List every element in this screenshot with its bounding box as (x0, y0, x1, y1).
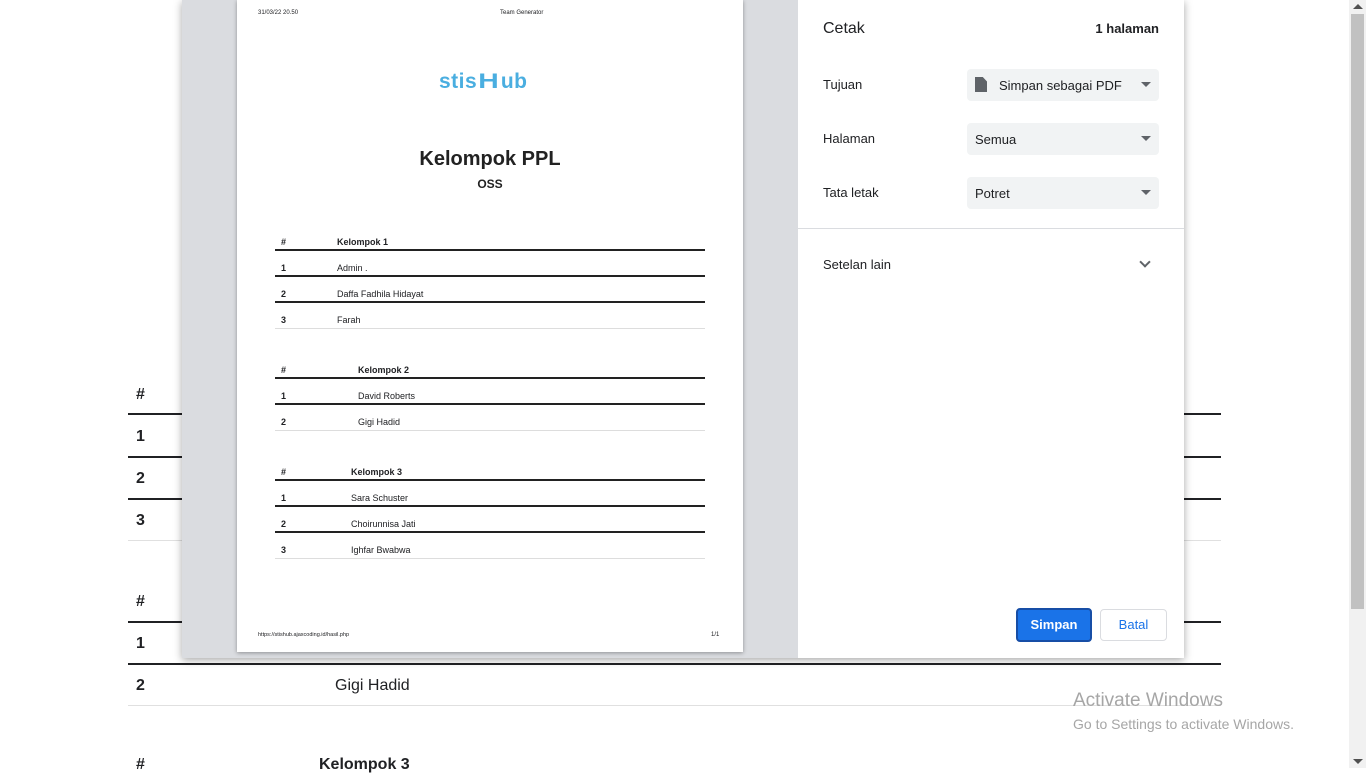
scroll-up-arrow-icon[interactable] (1353, 4, 1363, 9)
member-name: David Roberts (358, 391, 416, 401)
bg-hash: # (136, 756, 145, 773)
member-name: Choirunnisa Jati (351, 519, 416, 529)
table-row: 2 Choirunnisa Jati (275, 511, 705, 537)
layout-value: Potret (975, 186, 1010, 201)
row-number: 2 (281, 289, 287, 299)
table-row: 2 Gigi Hadid (275, 409, 705, 435)
row-number: 1 (281, 493, 287, 503)
table-divider (275, 275, 705, 277)
cancel-button[interactable]: Batal (1100, 609, 1167, 641)
table-header-row: # Kelompok 1 (275, 229, 705, 255)
print-dialog: 31/03/22 20.50 Team Generator stisHub Ke… (182, 0, 1184, 658)
member-name: Sara Schuster (351, 493, 409, 503)
table-header-row: # Kelompok 2 (275, 357, 705, 383)
watermark-title: Activate Windows (1073, 690, 1223, 711)
member-name: Farah (337, 315, 361, 325)
table-row: 1 Sara Schuster (275, 485, 705, 511)
page-count: 1 halaman (1095, 21, 1159, 36)
table-row: 3 Farah (275, 307, 705, 333)
table-row: 1 Admin . (275, 255, 705, 281)
print-settings-panel: Cetak 1 halaman Tujuan Simpan sebagai PD… (798, 0, 1184, 658)
table-header-row: # Kelompok 3 (275, 459, 705, 485)
page-footer-url: https://stishub.ajaxcoding.id/hasil.php (258, 632, 350, 638)
document-subtitle: OSS (477, 177, 503, 191)
dropdown-arrow-icon (1141, 136, 1151, 141)
print-preview-area: 31/03/22 20.50 Team Generator stisHub Ke… (182, 0, 798, 658)
group-title: Kelompok 2 (358, 365, 410, 375)
bg-divider (128, 663, 1221, 665)
row-number: 2 (281, 519, 287, 529)
row-number: 3 (281, 315, 287, 325)
destination-value: Simpan sebagai PDF (999, 78, 1122, 93)
pages-value: Semua (975, 132, 1017, 147)
column-hash: # (281, 467, 287, 477)
member-name: Daffa Fadhila Hidayat (337, 289, 424, 299)
pages-select[interactable]: Semua (967, 123, 1159, 155)
bg-group-title: Kelompok 3 (319, 756, 410, 773)
watermark-subtitle: Go to Settings to activate Windows. (1073, 716, 1294, 732)
group-title: Kelompok 1 (337, 237, 389, 247)
scrollbar-thumb[interactable] (1351, 14, 1364, 609)
page-footer-number: 1/1 (711, 632, 720, 638)
row-number: 1 (281, 391, 287, 401)
preview-page: 31/03/22 20.50 Team Generator stisHub Ke… (237, 0, 743, 652)
destination-label: Tujuan (823, 77, 863, 92)
save-button[interactable]: Simpan (1016, 608, 1092, 642)
table-divider (275, 377, 705, 379)
row-number: 1 (281, 263, 287, 273)
group-title: Kelompok 3 (351, 467, 403, 477)
document-title: Kelompok PPL (419, 148, 561, 170)
member-name: Gigi Hadid (358, 417, 401, 427)
bg-divider (128, 705, 1221, 706)
logo-part: stis (439, 70, 478, 93)
table-row: 1 David Roberts (275, 383, 705, 409)
chevron-down-icon[interactable] (1139, 256, 1151, 268)
bg-hash: # (136, 386, 145, 403)
destination-select[interactable]: Simpan sebagai PDF (967, 69, 1159, 101)
row-number: 3 (281, 545, 287, 555)
stishub-logo: stisHub (439, 70, 528, 94)
layout-select[interactable]: Potret (967, 177, 1159, 209)
bg-row-name: Gigi Hadid (335, 677, 410, 694)
file-icon (975, 77, 987, 92)
table-divider (275, 301, 705, 303)
table-divider (275, 505, 705, 507)
bg-row-number: 3 (136, 512, 145, 529)
dropdown-arrow-icon (1141, 190, 1151, 195)
column-hash: # (281, 237, 287, 247)
layout-label: Tata letak (823, 185, 879, 200)
scroll-down-arrow-icon[interactable] (1353, 759, 1363, 764)
column-hash: # (281, 365, 287, 375)
activate-windows-watermark: Activate Windows Go to Settings to activ… (1073, 690, 1294, 732)
page-header-title: Team Generator (500, 10, 544, 16)
dropdown-arrow-icon (1141, 82, 1151, 87)
table-divider (275, 403, 705, 405)
bg-row-number: 1 (136, 428, 145, 445)
page-scrollbar[interactable] (1349, 0, 1366, 768)
table-divider (275, 249, 705, 251)
bg-row-number: 2 (136, 470, 145, 487)
table-divider (275, 328, 705, 329)
table-divider (275, 531, 705, 533)
bg-row-number: 2 (136, 677, 145, 694)
logo-part: ub (500, 70, 528, 93)
more-settings-toggle[interactable]: Setelan lain (823, 257, 891, 272)
table-row: 3 Ighfar Bwabwa (275, 537, 705, 563)
table-divider (275, 558, 705, 559)
page-header-date: 31/03/22 20.50 (258, 10, 299, 16)
logo-part: H (478, 70, 500, 93)
member-name: Admin . (337, 263, 368, 273)
bg-hash: # (136, 593, 145, 610)
table-divider (275, 479, 705, 481)
table-row: 2 Daffa Fadhila Hidayat (275, 281, 705, 307)
table-divider (275, 430, 705, 431)
member-name: Ighfar Bwabwa (351, 545, 411, 555)
bg-row-number: 1 (136, 635, 145, 652)
print-title: Cetak (823, 20, 865, 37)
pages-label: Halaman (823, 131, 876, 146)
settings-divider (798, 228, 1184, 229)
row-number: 2 (281, 417, 287, 427)
